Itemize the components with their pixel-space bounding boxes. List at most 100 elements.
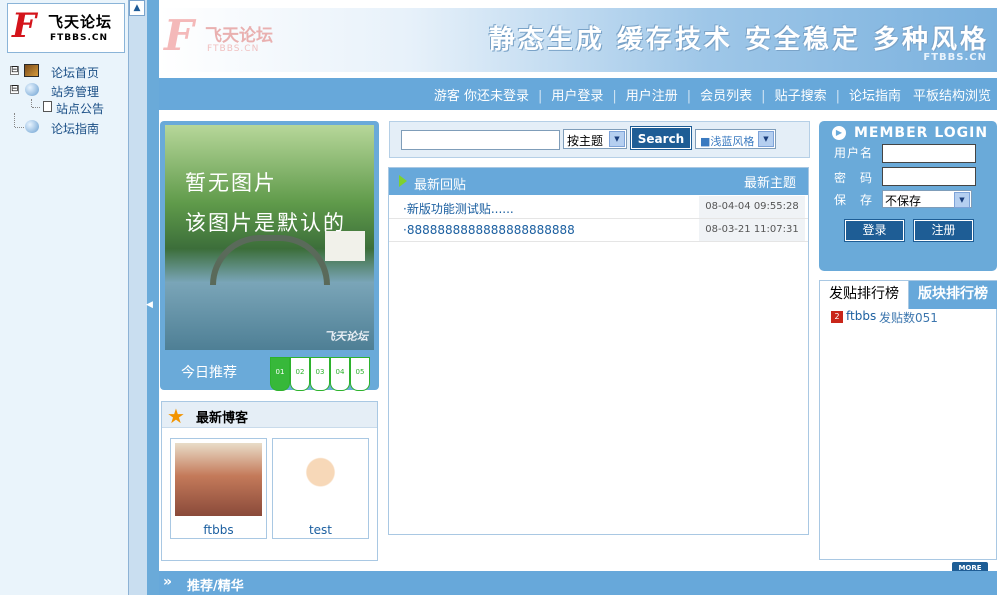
nav-members[interactable]: 会员列表 — [700, 89, 752, 104]
tab-post-ranking[interactable]: 发贴排行榜 — [820, 281, 909, 309]
nav-flat-view[interactable]: 平板结构浏览 — [913, 89, 991, 104]
style-value: ■浅蓝风格 — [700, 135, 755, 148]
username-field[interactable] — [882, 144, 976, 163]
tree-label-notice[interactable]: 站点公告 — [56, 100, 104, 117]
page-icon — [43, 101, 52, 112]
image-watermark: 飞天论坛 — [324, 330, 368, 343]
register-button[interactable]: 注册 — [913, 219, 974, 242]
save-select[interactable]: 不保存 ▼ — [882, 190, 972, 208]
post-title[interactable]: ·8888888888888888888888 — [403, 223, 575, 237]
right-edge — [997, 0, 1003, 595]
post-row[interactable]: ·新版功能测试贴...... 08-04-04 09:55:28 — [389, 196, 808, 219]
page-tab-01[interactable]: 01 — [270, 357, 290, 391]
banner-logo-mark: F — [164, 11, 194, 60]
tab-latest-replies[interactable]: 最新回贴 — [414, 174, 466, 193]
tree-line — [14, 113, 15, 127]
search-mode-select[interactable]: 按主题 ▼ — [563, 129, 627, 149]
arrow-right-icon — [399, 175, 407, 187]
logo-domain: FTBBS.CN — [50, 33, 109, 43]
nav-search[interactable]: 贴子搜索 — [775, 89, 827, 104]
login-button[interactable]: 登录 — [844, 219, 905, 242]
tree-line — [32, 107, 40, 108]
password-field[interactable] — [882, 167, 976, 186]
rank-user[interactable]: ftbbs — [846, 309, 876, 323]
chevron-down-icon[interactable]: ▼ — [609, 131, 625, 147]
globe-icon — [25, 83, 39, 96]
tree-label-home[interactable]: 论坛首页 — [51, 64, 99, 81]
chevron-left-icon[interactable]: ◀ — [146, 300, 153, 310]
home-icon — [24, 64, 39, 77]
featured-image[interactable]: 暂无图片 该图片是默认的 飞天论坛 — [165, 125, 374, 350]
top-nav: 游客 你还未登录 | 用户登录 | 用户注册 | 会员列表 | 贴子搜索 | 论坛指南 平板结构浏览 — [159, 78, 997, 110]
star-icon: ★ — [167, 404, 185, 428]
nav-guest-status: 游客 你还未登录 — [433, 89, 529, 104]
blogs-title: 最新博客 — [196, 411, 249, 426]
sidebar-logo[interactable]: F 飞天论坛 FTBBS.CN — [7, 3, 125, 53]
blog-name[interactable]: test — [273, 523, 368, 537]
tab-board-ranking[interactable]: 版块排行榜 — [909, 281, 997, 309]
page-tab-05[interactable]: 05 — [350, 357, 370, 391]
chevron-right-icon: ▶ — [832, 126, 846, 140]
sidebar-scroll-strip[interactable] — [128, 0, 147, 595]
tree-label-admin[interactable]: 站务管理 — [51, 83, 99, 100]
blogs-header: ★ 最新博客 — [162, 402, 377, 428]
nav-login[interactable]: 用户登录 — [551, 89, 603, 104]
banner-logo-domain: FTBBS.CN — [207, 44, 260, 54]
nav-separator: | — [835, 89, 840, 104]
bridge-shape — [210, 235, 330, 285]
page-tab-03[interactable]: 03 — [310, 357, 330, 391]
chevron-down-icon[interactable]: ▼ — [954, 192, 970, 208]
tree-label-guide[interactable]: 论坛指南 — [51, 120, 99, 137]
chevron-down-icon[interactable]: ▼ — [758, 131, 774, 147]
left-sidebar: F 飞天论坛 FTBBS.CN ⊟ 论坛首页 ⊟ 站务管理 站点公告 论坛指南 — [0, 0, 147, 595]
frame-divider[interactable] — [147, 0, 159, 595]
post-title[interactable]: ·新版功能测试贴...... — [403, 200, 514, 217]
nav-separator: | — [761, 89, 766, 104]
collapse-icon[interactable]: ⊟ — [10, 85, 19, 94]
ranking-panel: 发贴排行榜 版块排行榜 2 ftbbs 发贴数051 — [819, 280, 997, 560]
banner-logo-title: 飞天论坛 — [205, 26, 273, 46]
blog-card[interactable]: test — [272, 438, 369, 539]
tree-line — [31, 99, 32, 107]
logo-title: 飞天论坛 — [48, 13, 113, 31]
tree-line — [15, 127, 24, 128]
style-select[interactable]: ■浅蓝风格 ▼ — [695, 129, 776, 149]
search-mode-value: 按主题 — [567, 134, 604, 148]
banner-slogan: 静态生成 缓存技术 安全稳定 多种风格 — [488, 25, 989, 55]
globe-icon — [25, 120, 39, 133]
blog-card[interactable]: ftbbs — [170, 438, 267, 539]
blog-avatar[interactable] — [277, 443, 364, 516]
site-banner: F 飞天论坛 FTBBS.CN 静态生成 缓存技术 安全稳定 多种风格 FTBB… — [159, 8, 997, 72]
posts-header: 最新回贴 最新主题 — [389, 168, 808, 195]
double-chevron-icon: » — [163, 574, 173, 590]
recommend-bar: » 推荐/精华 — [159, 571, 997, 595]
rank-post-count: 发贴数051 — [879, 311, 938, 325]
page-tab-04[interactable]: 04 — [330, 357, 350, 391]
logo-mark: F — [12, 6, 37, 46]
today-recommend-label: 今日推荐 — [181, 365, 237, 381]
post-date: 08-03-21 11:07:31 — [699, 219, 805, 241]
collapse-icon[interactable]: ⊟ — [10, 66, 19, 75]
tab-latest-topics[interactable]: 最新主题 — [744, 172, 796, 191]
nav-separator: | — [537, 89, 543, 104]
latest-blogs-panel: ★ 最新博客 ftbbs test — [161, 401, 378, 561]
nav-separator: | — [686, 89, 692, 104]
nav-register[interactable]: 用户注册 — [626, 89, 678, 104]
rank-badge: 2 — [831, 311, 843, 323]
nav-guide[interactable]: 论坛指南 — [849, 89, 901, 104]
collapse-sidebar-button[interactable]: ▲ — [129, 0, 145, 16]
blog-name[interactable]: ftbbs — [171, 523, 266, 537]
featured-caption-2: 该图片是默认的 — [185, 211, 346, 235]
post-date: 08-04-04 09:55:28 — [699, 196, 805, 218]
post-row[interactable]: ·8888888888888888888888 08-03-21 11:07:3… — [389, 219, 808, 242]
search-button[interactable]: Search — [630, 126, 692, 150]
banner-url: FTBBS.CN — [923, 52, 987, 63]
nav-separator: | — [612, 89, 617, 104]
save-label: 保 存 — [834, 193, 874, 207]
blog-avatar[interactable] — [175, 443, 262, 516]
page-tab-02[interactable]: 02 — [290, 357, 310, 391]
featured-caption-1: 暂无图片 — [185, 171, 277, 195]
password-label: 密 码 — [834, 171, 874, 185]
search-input[interactable] — [401, 130, 560, 150]
member-login-panel: ▶ MEMBER LOGIN 用户名 密 码 保 存 不保存 ▼ 登录 注册 — [819, 121, 997, 271]
